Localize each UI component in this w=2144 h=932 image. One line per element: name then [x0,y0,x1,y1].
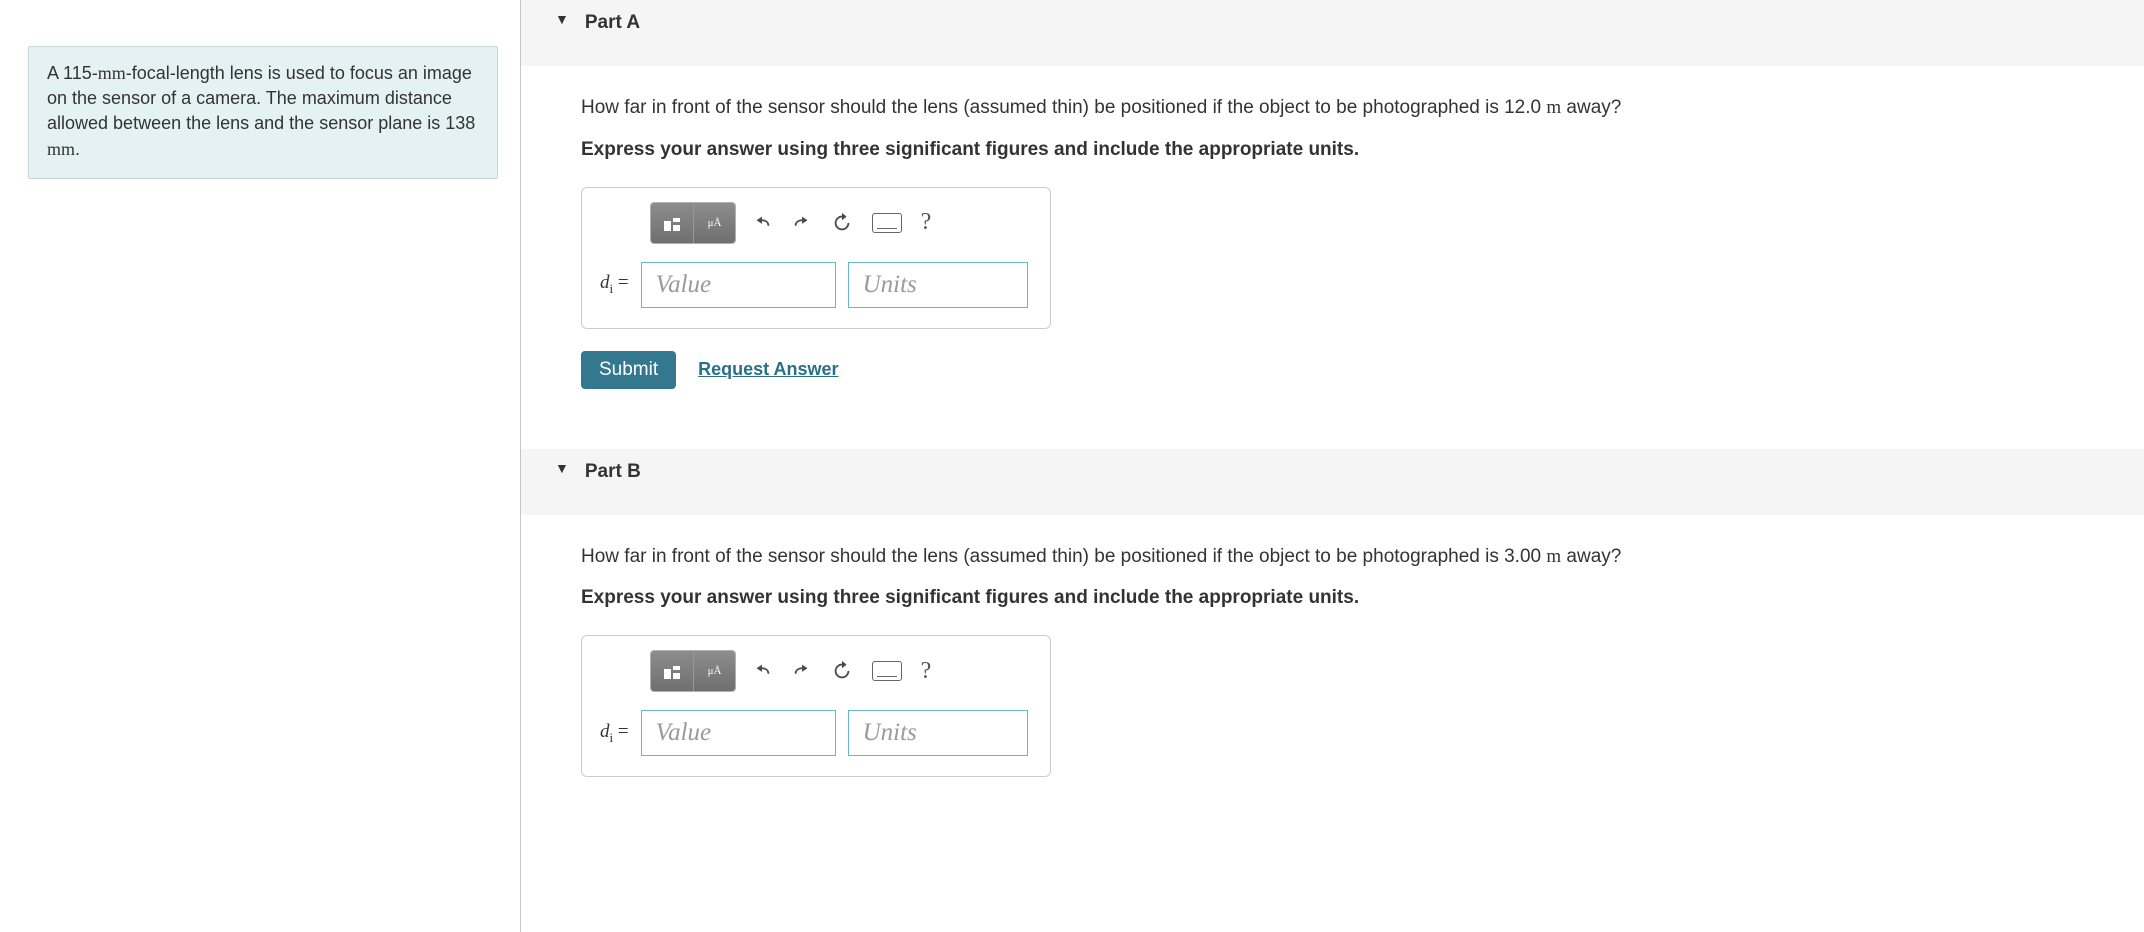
undo-icon [751,660,773,682]
submit-button[interactable]: Submit [581,351,676,389]
problem-text-0: A 115- [47,63,98,83]
redo-button[interactable] [782,203,822,243]
symbols-icon: μÅ [708,217,722,229]
toolbar-templates-group: μÅ [650,650,736,692]
symbols-button[interactable]: μÅ [693,203,735,243]
problem-text-2: . [75,139,80,159]
part-a-variable-label: di = [600,272,629,297]
part-b-title: Part B [585,461,641,483]
help-button[interactable]: ? [906,651,946,691]
reset-button[interactable] [822,651,862,691]
symbols-button[interactable]: μÅ [693,651,735,691]
part-b-body: How far in front of the sensor should th… [521,515,2144,778]
units-input[interactable] [848,262,1028,308]
part-b-question: How far in front of the sensor should th… [581,543,2104,572]
part-a-button-row: Submit Request Answer [581,351,2104,389]
part-b-q-pre: How far in front of the sensor should th… [581,546,1546,567]
request-answer-link[interactable]: Request Answer [698,359,838,380]
toolbar-templates-group: μÅ [650,202,736,244]
templates-icon [664,215,680,231]
part-b-q-post: away? [1561,546,1621,567]
part-b-variable-label: di = [600,721,629,746]
redo-button[interactable] [782,651,822,691]
reset-icon [831,212,853,234]
part-a-answer-box: μÅ ? [581,187,1051,329]
symbols-icon: μÅ [708,665,722,677]
problem-unit-0: mm [98,63,126,83]
templates-button[interactable] [651,651,693,691]
units-input[interactable] [848,710,1028,756]
part-b-header[interactable]: ▼ Part B [521,449,2144,515]
var-sub: i [610,729,614,744]
templates-icon [664,663,680,679]
part-b-q-unit: m [1546,546,1561,567]
part-a-body: How far in front of the sensor should th… [521,66,2144,429]
part-a-q-pre: How far in front of the sensor should th… [581,97,1546,118]
undo-button[interactable] [742,651,782,691]
keyboard-button[interactable] [872,661,902,681]
part-a-input-row: di = [600,262,1032,308]
part-b-toolbar: μÅ ? [650,650,1032,692]
part-a-question: How far in front of the sensor should th… [581,94,2104,123]
help-button[interactable]: ? [906,203,946,243]
part-a-instruction: Express your answer using three signific… [581,139,2104,161]
var-base: d [600,721,610,742]
part-b-input-row: di = [600,710,1032,756]
chevron-down-icon: ▼ [555,11,569,27]
undo-icon [751,212,773,234]
var-sub: i [610,281,614,296]
redo-icon [791,660,813,682]
chevron-down-icon: ▼ [555,460,569,476]
problem-statement: A 115-mm-focal-length lens is used to fo… [28,46,498,179]
value-input[interactable] [641,710,836,756]
reset-icon [831,660,853,682]
undo-button[interactable] [742,203,782,243]
part-a-title: Part A [585,12,640,34]
keyboard-button[interactable] [872,213,902,233]
redo-icon [791,212,813,234]
problem-unit-1: mm [47,139,75,159]
part-a-header[interactable]: ▼ Part A [521,0,2144,66]
part-a-toolbar: μÅ ? [650,202,1032,244]
reset-button[interactable] [822,203,862,243]
part-a-q-unit: m [1546,97,1561,118]
value-input[interactable] [641,262,836,308]
var-base: d [600,272,610,293]
part-b-instruction: Express your answer using three signific… [581,587,2104,609]
templates-button[interactable] [651,203,693,243]
part-b-answer-box: μÅ ? [581,635,1051,777]
part-a-q-post: away? [1561,97,1621,118]
